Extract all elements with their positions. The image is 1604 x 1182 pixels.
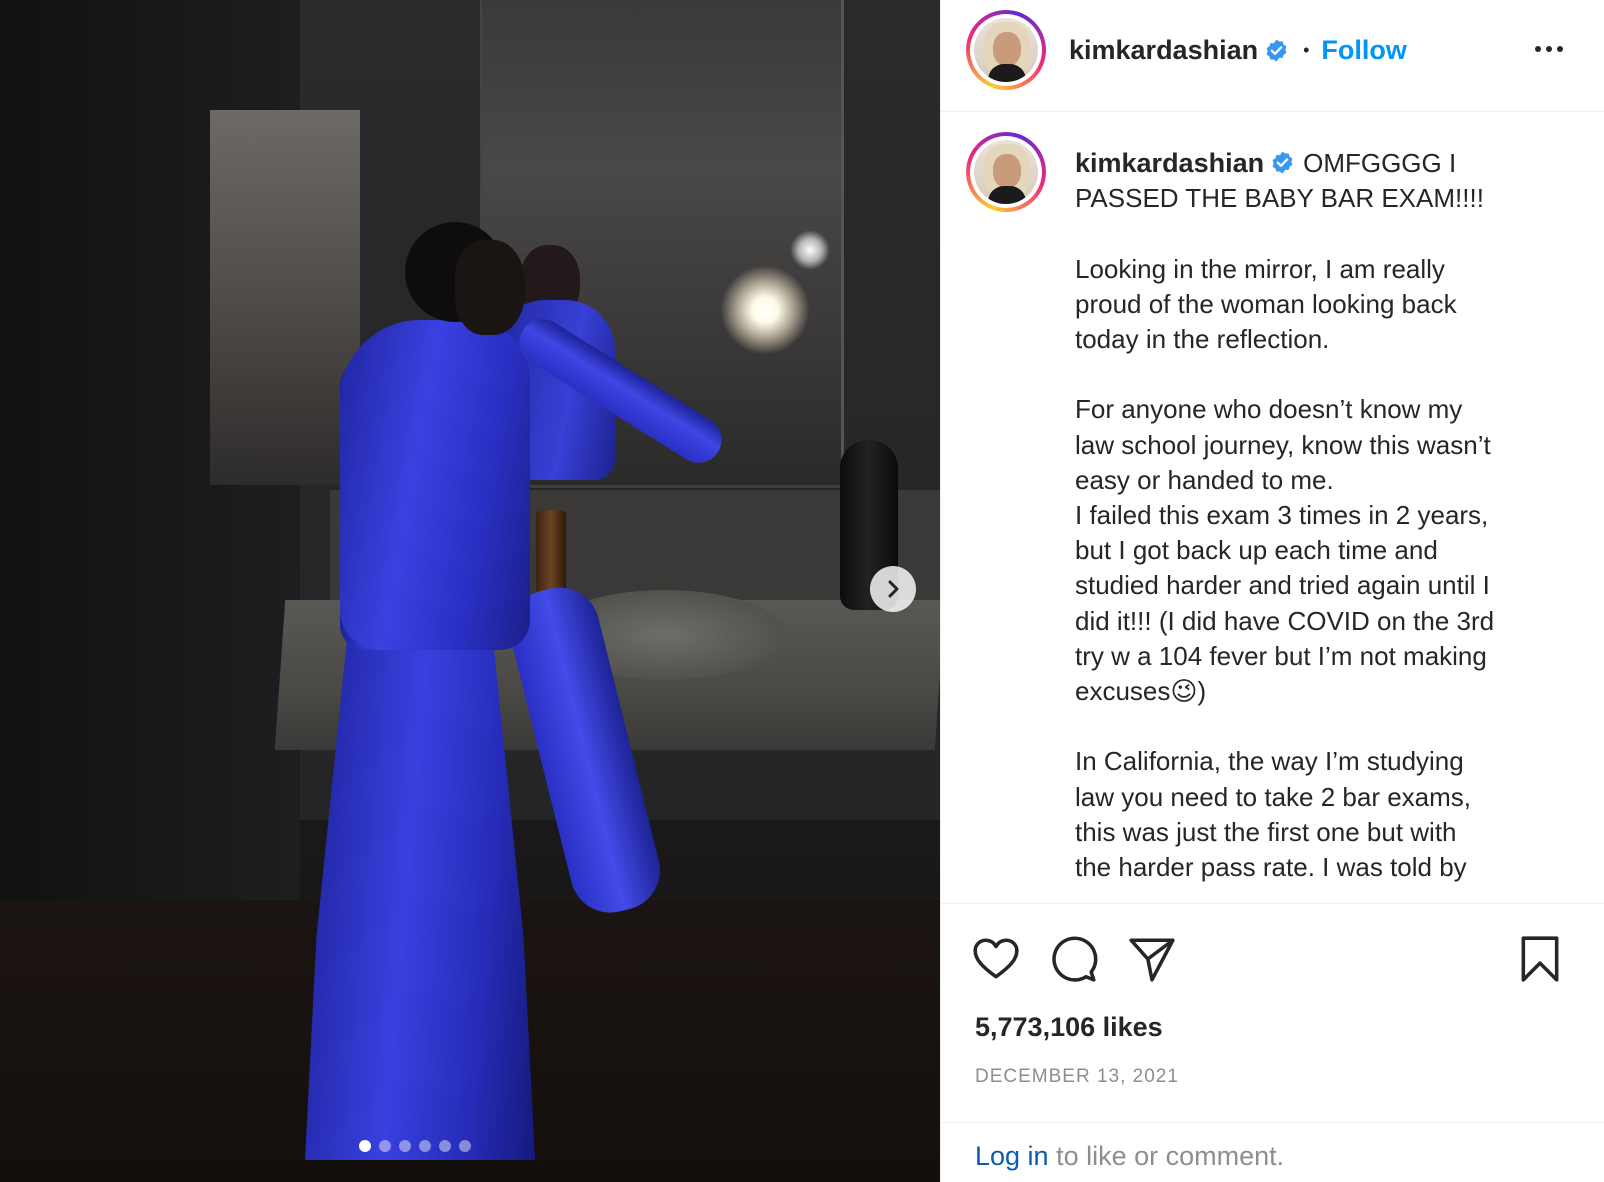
photo-gown-bodice bbox=[340, 320, 530, 650]
save-button[interactable] bbox=[1515, 934, 1565, 984]
comment-bubble-icon bbox=[1052, 936, 1098, 982]
login-prompt-bar: Log in to like or comment. bbox=[941, 1122, 1604, 1182]
avatar-image bbox=[974, 18, 1038, 82]
caption-line: For anyone who doesn’t know my bbox=[1075, 394, 1463, 425]
caption-line: this was just the first one but with bbox=[1075, 816, 1457, 847]
post-date[interactable]: DECEMBER 13, 2021 bbox=[975, 1066, 1179, 1088]
caption-line: In California, the way I’m studying bbox=[1075, 746, 1464, 777]
verified-badge-icon bbox=[1266, 39, 1287, 61]
carousel-next-button[interactable] bbox=[870, 566, 916, 612]
photo-soap-bottle bbox=[536, 510, 566, 594]
share-button[interactable] bbox=[1127, 934, 1177, 984]
chevron-right-icon bbox=[888, 580, 899, 598]
caption-line: OMFGGGG I bbox=[1303, 148, 1457, 178]
caption-line: easy or handed to me. bbox=[1075, 464, 1334, 495]
post-side-panel: kimkardashian • Follow kimkardashian OMFG… bbox=[940, 0, 1604, 1182]
caption-line: the harder pass rate. I was told by bbox=[1075, 852, 1467, 883]
paper-plane-icon bbox=[1129, 938, 1175, 982]
follow-button[interactable]: Follow bbox=[1321, 35, 1406, 66]
caption-scroll-area[interactable]: kimkardashian OMFGGGG I PASSED THE BABY B… bbox=[941, 112, 1604, 904]
caption-line: PASSED THE BABY BAR EXAM!!!! bbox=[1075, 183, 1484, 214]
caption-line: excuses😉) bbox=[1075, 676, 1207, 707]
verified-badge-icon bbox=[1272, 151, 1293, 174]
avatar-image bbox=[974, 140, 1038, 204]
photo-figure-head bbox=[455, 240, 525, 335]
post-actions bbox=[941, 904, 1604, 994]
bookmark-icon bbox=[1521, 936, 1559, 982]
header-username[interactable]: kimkardashian bbox=[1069, 35, 1258, 66]
caption-username[interactable]: kimkardashian bbox=[1075, 148, 1264, 178]
login-prompt-text: to like or comment. bbox=[1048, 1141, 1285, 1171]
caption-avatar[interactable] bbox=[966, 132, 1046, 212]
photo-lamp bbox=[790, 230, 830, 270]
caption-line: try w a 104 fever but I’m not making bbox=[1075, 640, 1487, 671]
carousel-dot[interactable] bbox=[439, 1140, 451, 1152]
caption-line: law school journey, know this wasn’t bbox=[1075, 429, 1491, 460]
caption-line: today in the reflection. bbox=[1075, 324, 1330, 355]
carousel-indicator bbox=[0, 1140, 830, 1152]
caption-line: but I got back up each time and bbox=[1075, 535, 1438, 566]
carousel-dot[interactable] bbox=[359, 1140, 371, 1152]
carousel-dot[interactable] bbox=[459, 1140, 471, 1152]
photo-mirror-reflection-wall bbox=[210, 110, 360, 485]
caption-line: I failed this exam 3 times in 2 years, bbox=[1075, 500, 1489, 531]
carousel-dot[interactable] bbox=[379, 1140, 391, 1152]
like-button[interactable] bbox=[971, 934, 1021, 984]
avatar[interactable] bbox=[966, 10, 1046, 90]
caption-line: studied harder and tried again until I bbox=[1075, 570, 1490, 601]
comment-button[interactable] bbox=[1049, 934, 1099, 984]
carousel-dot[interactable] bbox=[399, 1140, 411, 1152]
caption-line: Looking in the mirror, I am really bbox=[1075, 253, 1445, 284]
caption-line: proud of the woman looking back bbox=[1075, 288, 1457, 319]
carousel-dot[interactable] bbox=[419, 1140, 431, 1152]
likes-count[interactable]: 5,773,106 likes bbox=[975, 1012, 1163, 1043]
caption-line: law you need to take 2 bar exams, bbox=[1075, 781, 1472, 812]
heart-icon bbox=[973, 938, 1019, 979]
post-header: kimkardashian • Follow bbox=[941, 0, 1604, 112]
login-link[interactable]: Log in bbox=[975, 1141, 1049, 1171]
photo-camera-flash bbox=[720, 265, 810, 355]
caption-line: did it!!! (I did have COVID on the 3rd bbox=[1075, 605, 1495, 636]
post-photo bbox=[0, 0, 940, 1182]
more-options-icon[interactable] bbox=[1529, 34, 1569, 64]
header-separator: • bbox=[1303, 39, 1310, 60]
login-prompt: Log in to like or comment. bbox=[975, 1141, 1284, 1172]
post-caption: kimkardashian OMFGGGG I PASSED THE BABY B… bbox=[1075, 146, 1565, 885]
